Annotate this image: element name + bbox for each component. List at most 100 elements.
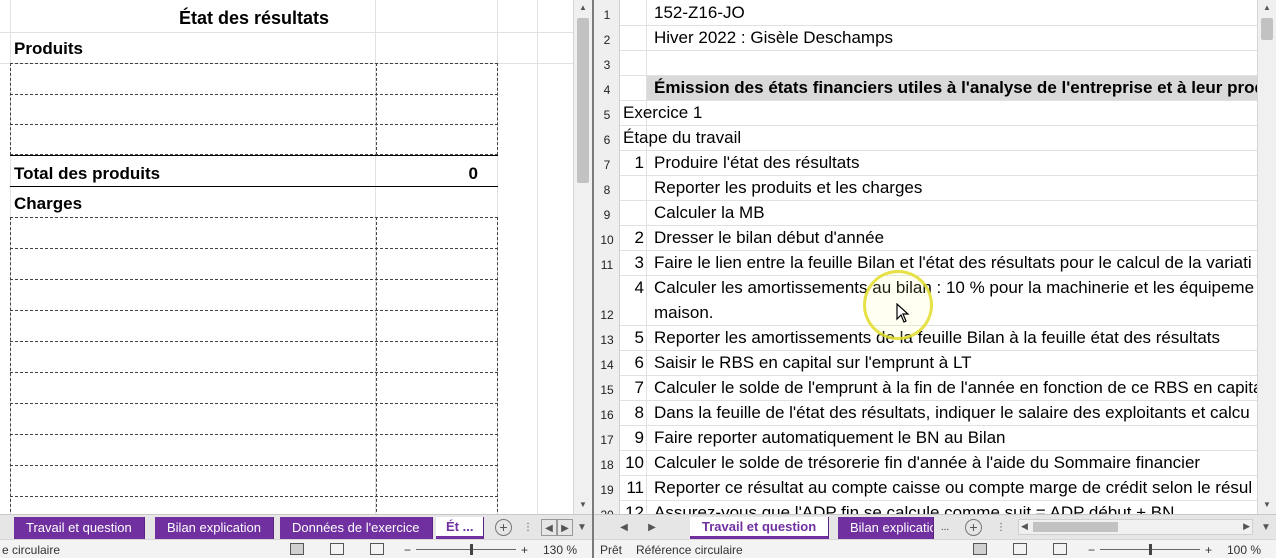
zoom-in-icon[interactable]: + bbox=[1205, 543, 1212, 557]
cell-a[interactable]: Étape du travail bbox=[623, 128, 741, 148]
task-text[interactable]: Dans la feuille de l'état des résultats,… bbox=[654, 403, 1250, 423]
step-number[interactable]: 2 bbox=[620, 228, 646, 248]
tab-scroll-left-icon[interactable]: ◀ bbox=[541, 519, 557, 536]
row-number[interactable]: 19 bbox=[594, 483, 620, 497]
row-number[interactable]: 2 bbox=[594, 33, 620, 47]
task-text[interactable]: Hiver 2022 : Gisèle Deschamps bbox=[654, 28, 893, 48]
tab-scroll-dots-icon[interactable]: ⋮ bbox=[993, 519, 1009, 536]
right-sheet-grid[interactable]: 1 152-Z16-JO 2 Hiver 2022 : Gisèle Deschamp… bbox=[594, 0, 1257, 514]
step-number[interactable]: 4 bbox=[620, 278, 646, 298]
task-text[interactable]: Assurez-vous que l'ADP fin se calcule co… bbox=[654, 503, 1174, 514]
zoom-slider-knob[interactable] bbox=[1149, 544, 1152, 555]
scroll-down-small-icon[interactable]: ▼ bbox=[574, 519, 590, 536]
right-horizontal-scrollbar[interactable]: ◀ ▶ bbox=[1018, 519, 1253, 535]
page-layout-view-icon[interactable] bbox=[330, 543, 344, 555]
normal-view-icon[interactable] bbox=[290, 543, 304, 555]
step-number[interactable]: 10 bbox=[620, 453, 646, 473]
tab-scroll-dots-icon[interactable]: ⋮ bbox=[520, 519, 536, 536]
page-break-view-icon[interactable] bbox=[370, 543, 384, 555]
normal-view-icon[interactable] bbox=[973, 543, 987, 555]
step-number[interactable]: 3 bbox=[620, 253, 646, 273]
cell-a[interactable]: Exercice 1 bbox=[623, 103, 702, 123]
task-text[interactable]: Émission des états financiers utiles à l… bbox=[654, 78, 1257, 98]
left-scroll-thumb[interactable] bbox=[577, 18, 589, 183]
step-number[interactable]: 6 bbox=[620, 353, 646, 373]
row-number[interactable]: 10 bbox=[594, 233, 620, 247]
right-scroll-thumb[interactable] bbox=[1261, 18, 1273, 40]
row-number[interactable]: 11 bbox=[594, 258, 620, 272]
step-number[interactable]: 7 bbox=[620, 378, 646, 398]
task-text[interactable]: Faire reporter automatiquement le BN au … bbox=[654, 428, 1006, 448]
right-vertical-scrollbar[interactable]: ▲ ▼ bbox=[1257, 0, 1276, 514]
row-number[interactable]: 16 bbox=[594, 408, 620, 422]
add-sheet-icon[interactable]: + bbox=[965, 519, 982, 536]
task-text-wrap[interactable]: maison. bbox=[654, 303, 714, 323]
left-sheet-grid[interactable]: État des résultats Produits Total des pr… bbox=[0, 0, 573, 514]
row-number[interactable]: 1 bbox=[594, 8, 620, 22]
zoom-slider-track[interactable] bbox=[416, 549, 516, 550]
tab-etat-des-resultats[interactable]: Ét ... bbox=[436, 517, 485, 539]
zoom-level[interactable]: 100 % bbox=[1227, 543, 1261, 557]
scroll-up-arrow-icon[interactable]: ▲ bbox=[574, 0, 592, 16]
task-text[interactable]: 152-Z16-JO bbox=[654, 3, 745, 23]
task-text[interactable]: Reporter les produits et les charges bbox=[654, 178, 922, 198]
tab-bilan-explication[interactable]: Bilan explication bbox=[155, 517, 274, 539]
task-text[interactable]: Calculer le solde de trésorerie fin d'an… bbox=[654, 453, 1200, 473]
row-number[interactable]: 9 bbox=[594, 208, 620, 222]
zoom-level[interactable]: 130 % bbox=[543, 543, 577, 557]
scroll-down-arrow-icon[interactable]: ▼ bbox=[574, 497, 592, 513]
step-number[interactable]: 8 bbox=[620, 403, 646, 423]
scroll-down-small-icon[interactable]: ▼ bbox=[1258, 519, 1274, 536]
step-number[interactable]: 12 bbox=[620, 503, 646, 514]
hscroll-left-icon[interactable]: ◀ bbox=[1021, 521, 1028, 532]
task-text[interactable]: Reporter les amortissements de la feuill… bbox=[654, 328, 1220, 348]
row-number[interactable]: 5 bbox=[594, 108, 620, 122]
task-text[interactable]: Calculer le solde de l'emprunt à la fin … bbox=[654, 378, 1257, 398]
tab-prev-icon[interactable]: ◀ bbox=[616, 519, 632, 536]
tab-travail-et-question-active[interactable]: Travail et question bbox=[690, 517, 830, 539]
row-number[interactable]: 7 bbox=[594, 158, 620, 172]
row-number[interactable]: 15 bbox=[594, 383, 620, 397]
task-text[interactable]: Calculer les amortissements au bilan : 1… bbox=[654, 278, 1254, 298]
tab-scroll-right-icon[interactable]: ▶ bbox=[557, 519, 573, 536]
row-number[interactable]: 14 bbox=[594, 358, 620, 372]
add-sheet-icon[interactable]: + bbox=[495, 519, 512, 536]
step-number[interactable]: 11 bbox=[620, 478, 646, 498]
tab-travail-et-question[interactable]: Travail et question bbox=[14, 517, 145, 539]
tab-next-icon[interactable]: ▶ bbox=[644, 519, 660, 536]
row-number[interactable]: 17 bbox=[594, 433, 620, 447]
scroll-up-arrow-icon[interactable]: ▲ bbox=[1258, 0, 1276, 16]
zoom-slider-knob[interactable] bbox=[470, 544, 473, 555]
tab-more-ellipsis-right[interactable]: ... bbox=[937, 519, 953, 536]
row-number[interactable]: 18 bbox=[594, 458, 620, 472]
hscroll-thumb[interactable] bbox=[1033, 522, 1118, 532]
task-text[interactable]: Reporter ce résultat au compte caisse ou… bbox=[654, 478, 1252, 498]
row-number[interactable]: 13 bbox=[594, 333, 620, 347]
row-number[interactable]: 3 bbox=[594, 58, 620, 72]
step-number[interactable]: 5 bbox=[620, 328, 646, 348]
task-text[interactable]: Faire le lien entre la feuille Bilan et … bbox=[654, 253, 1252, 273]
task-text[interactable]: Calculer la MB bbox=[654, 203, 765, 223]
page-break-view-icon[interactable] bbox=[1053, 543, 1067, 555]
row-number[interactable]: 8 bbox=[594, 183, 620, 197]
row-number[interactable]: 4 bbox=[594, 83, 620, 97]
row-number[interactable]: 12 bbox=[594, 308, 620, 322]
task-text[interactable]: Produire l'état des résultats bbox=[654, 153, 859, 173]
task-text[interactable]: Saisir le RBS en capital sur l'emprunt à… bbox=[654, 353, 972, 373]
zoom-out-icon[interactable]: − bbox=[1088, 543, 1095, 557]
step-number[interactable]: 9 bbox=[620, 428, 646, 448]
left-vertical-scrollbar[interactable]: ▲ ▼ bbox=[573, 0, 592, 514]
row-number[interactable]: 6 bbox=[594, 133, 620, 147]
tab-donnees-exercice[interactable]: Données de l'exercice bbox=[280, 517, 433, 539]
tab-bilan-explication-right[interactable]: Bilan explication bbox=[838, 517, 934, 539]
charges-input-area[interactable] bbox=[10, 217, 498, 514]
task-text[interactable]: Dresser le bilan début d'année bbox=[654, 228, 884, 248]
zoom-in-icon[interactable]: + bbox=[521, 543, 528, 557]
step-number[interactable]: 1 bbox=[620, 153, 646, 173]
tab-more-ellipsis[interactable]: ... bbox=[463, 519, 474, 534]
page-layout-view-icon[interactable] bbox=[1013, 543, 1027, 555]
products-input-area[interactable] bbox=[10, 63, 498, 155]
hscroll-right-icon[interactable]: ▶ bbox=[1243, 521, 1250, 532]
zoom-out-icon[interactable]: − bbox=[404, 543, 411, 557]
scroll-down-arrow-icon[interactable]: ▼ bbox=[1258, 497, 1276, 513]
